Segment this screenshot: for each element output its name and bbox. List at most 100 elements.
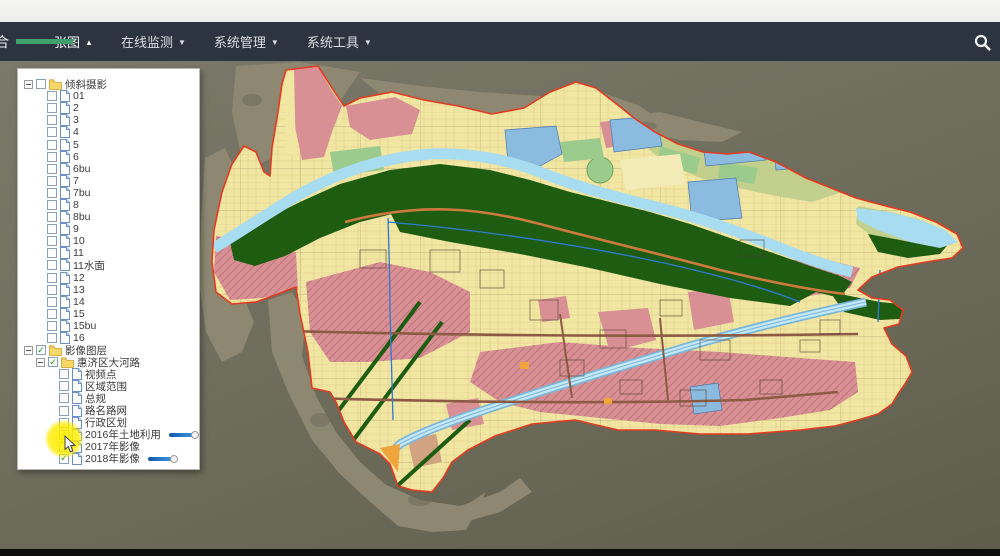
file-icon — [60, 320, 70, 332]
file-icon — [60, 211, 70, 223]
layer-label: 01 — [73, 90, 85, 102]
tree-row-区域范围[interactable]: 区域范围 — [18, 380, 199, 392]
layer-checkbox[interactable] — [47, 176, 57, 186]
layer-checkbox[interactable] — [47, 212, 57, 222]
layer-checkbox[interactable] — [59, 418, 69, 428]
layer-checkbox[interactable] — [47, 140, 57, 150]
layer-checkbox[interactable] — [47, 321, 57, 331]
layer-checkbox[interactable] — [47, 285, 57, 295]
layer-label: 15 — [73, 308, 85, 320]
slider-handle[interactable] — [191, 431, 199, 439]
folder-icon — [61, 357, 74, 368]
app-logo-partial: 合 — [0, 32, 13, 52]
file-icon — [60, 247, 70, 259]
file-icon — [72, 405, 82, 417]
tree-row-倾斜摄影[interactable]: 倾斜摄影 — [18, 78, 199, 90]
tree-row-14[interactable]: 14 — [18, 296, 199, 308]
nav-item-4[interactable]: 系统工具▼ — [293, 22, 386, 61]
tree-row-4[interactable]: 4 — [18, 126, 199, 138]
layer-checkbox[interactable]: ✓ — [36, 345, 46, 355]
caret-down-icon: ▼ — [271, 39, 279, 47]
collapse-toggle-icon[interactable] — [24, 80, 33, 89]
tree-row-9[interactable]: 9 — [18, 223, 199, 235]
layer-tree-panel: 倾斜摄影01234566bu77bu88bu9101111水面121314151… — [17, 68, 200, 470]
layer-checkbox[interactable] — [59, 406, 69, 416]
tree-row-3[interactable]: 3 — [18, 114, 199, 126]
layer-label: 4 — [73, 126, 79, 138]
layer-checkbox[interactable] — [59, 442, 69, 452]
file-icon — [72, 392, 82, 404]
file-icon — [60, 102, 70, 114]
tree-row-15bu[interactable]: 15bu — [18, 320, 199, 332]
layer-checkbox[interactable] — [47, 127, 57, 137]
layer-label: 10 — [73, 235, 85, 247]
tree-row-11水面[interactable]: 11水面 — [18, 259, 199, 271]
opacity-slider[interactable] — [169, 430, 199, 439]
layer-checkbox[interactable] — [47, 188, 57, 198]
file-icon — [60, 175, 70, 187]
caret-down-icon: ▼ — [364, 39, 372, 47]
nav-item-2[interactable]: 在线监测▼ — [107, 22, 200, 61]
layer-checkbox[interactable]: ✓ — [59, 430, 69, 440]
layer-checkbox[interactable] — [47, 115, 57, 125]
layer-checkbox[interactable] — [47, 164, 57, 174]
file-icon — [60, 90, 70, 102]
search-button[interactable] — [968, 28, 996, 56]
browser-chrome-strip — [0, 0, 1000, 23]
tree-row-16[interactable]: 16 — [18, 332, 199, 344]
layer-checkbox[interactable] — [47, 152, 57, 162]
layer-checkbox[interactable] — [59, 393, 69, 403]
tree-row-7bu[interactable]: 7bu — [18, 187, 199, 199]
layer-label: 5 — [73, 139, 79, 151]
layer-checkbox[interactable] — [59, 369, 69, 379]
layer-checkbox[interactable] — [47, 333, 57, 343]
search-icon — [974, 34, 991, 51]
tree-row-8[interactable]: 8 — [18, 199, 199, 211]
tree-row-7[interactable]: 7 — [18, 175, 199, 187]
layer-label: 8bu — [73, 211, 91, 223]
layer-label: 7bu — [73, 187, 91, 199]
layer-checkbox[interactable]: ✓ — [59, 454, 69, 464]
layer-checkbox[interactable] — [47, 297, 57, 307]
file-icon — [60, 114, 70, 126]
tree-row-01[interactable]: 01 — [18, 90, 199, 102]
tree-row-8bu[interactable]: 8bu — [18, 211, 199, 223]
tree-row-2[interactable]: 2 — [18, 102, 199, 114]
layer-checkbox[interactable] — [47, 248, 57, 258]
layer-checkbox[interactable] — [59, 381, 69, 391]
layer-checkbox[interactable] — [47, 260, 57, 270]
tree-row-13[interactable]: 13 — [18, 284, 199, 296]
tree-row-10[interactable]: 10 — [18, 235, 199, 247]
map-viewport: 倾斜摄影01234566bu77bu88bu9101111水面121314151… — [0, 61, 1000, 556]
nav-item-3[interactable]: 系统管理▼ — [200, 22, 293, 61]
layer-checkbox[interactable] — [47, 236, 57, 246]
collapse-toggle-icon[interactable] — [36, 358, 45, 367]
layer-checkbox[interactable] — [47, 224, 57, 234]
tree-row-6bu[interactable]: 6bu — [18, 163, 199, 175]
layer-checkbox[interactable]: ✓ — [48, 357, 58, 367]
tree-row-6[interactable]: 6 — [18, 151, 199, 163]
file-icon — [72, 380, 82, 392]
bottom-black-strip — [0, 549, 1000, 556]
file-icon — [72, 441, 82, 453]
tree-row-11[interactable]: 11 — [18, 247, 199, 259]
tree-row-5[interactable]: 5 — [18, 138, 199, 150]
layer-checkbox[interactable] — [47, 200, 57, 210]
layer-checkbox[interactable] — [47, 103, 57, 113]
collapse-toggle-icon[interactable] — [24, 346, 33, 355]
tree-row-12[interactable]: 12 — [18, 272, 199, 284]
active-tab-underline — [16, 39, 73, 44]
layer-label: 2 — [73, 102, 79, 114]
layer-checkbox[interactable] — [47, 309, 57, 319]
layer-checkbox[interactable] — [36, 79, 46, 89]
layer-checkbox[interactable] — [47, 273, 57, 283]
tree-row-2018年影像[interactable]: ✓2018年影像 — [18, 453, 199, 465]
slider-handle[interactable] — [170, 455, 178, 463]
layer-checkbox[interactable] — [47, 91, 57, 101]
layer-tree: 倾斜摄影01234566bu77bu88bu9101111水面121314151… — [18, 78, 199, 465]
file-icon — [72, 417, 82, 429]
tree-row-15[interactable]: 15 — [18, 308, 199, 320]
file-icon — [60, 259, 70, 271]
file-icon — [72, 429, 82, 441]
opacity-slider[interactable] — [148, 454, 178, 463]
